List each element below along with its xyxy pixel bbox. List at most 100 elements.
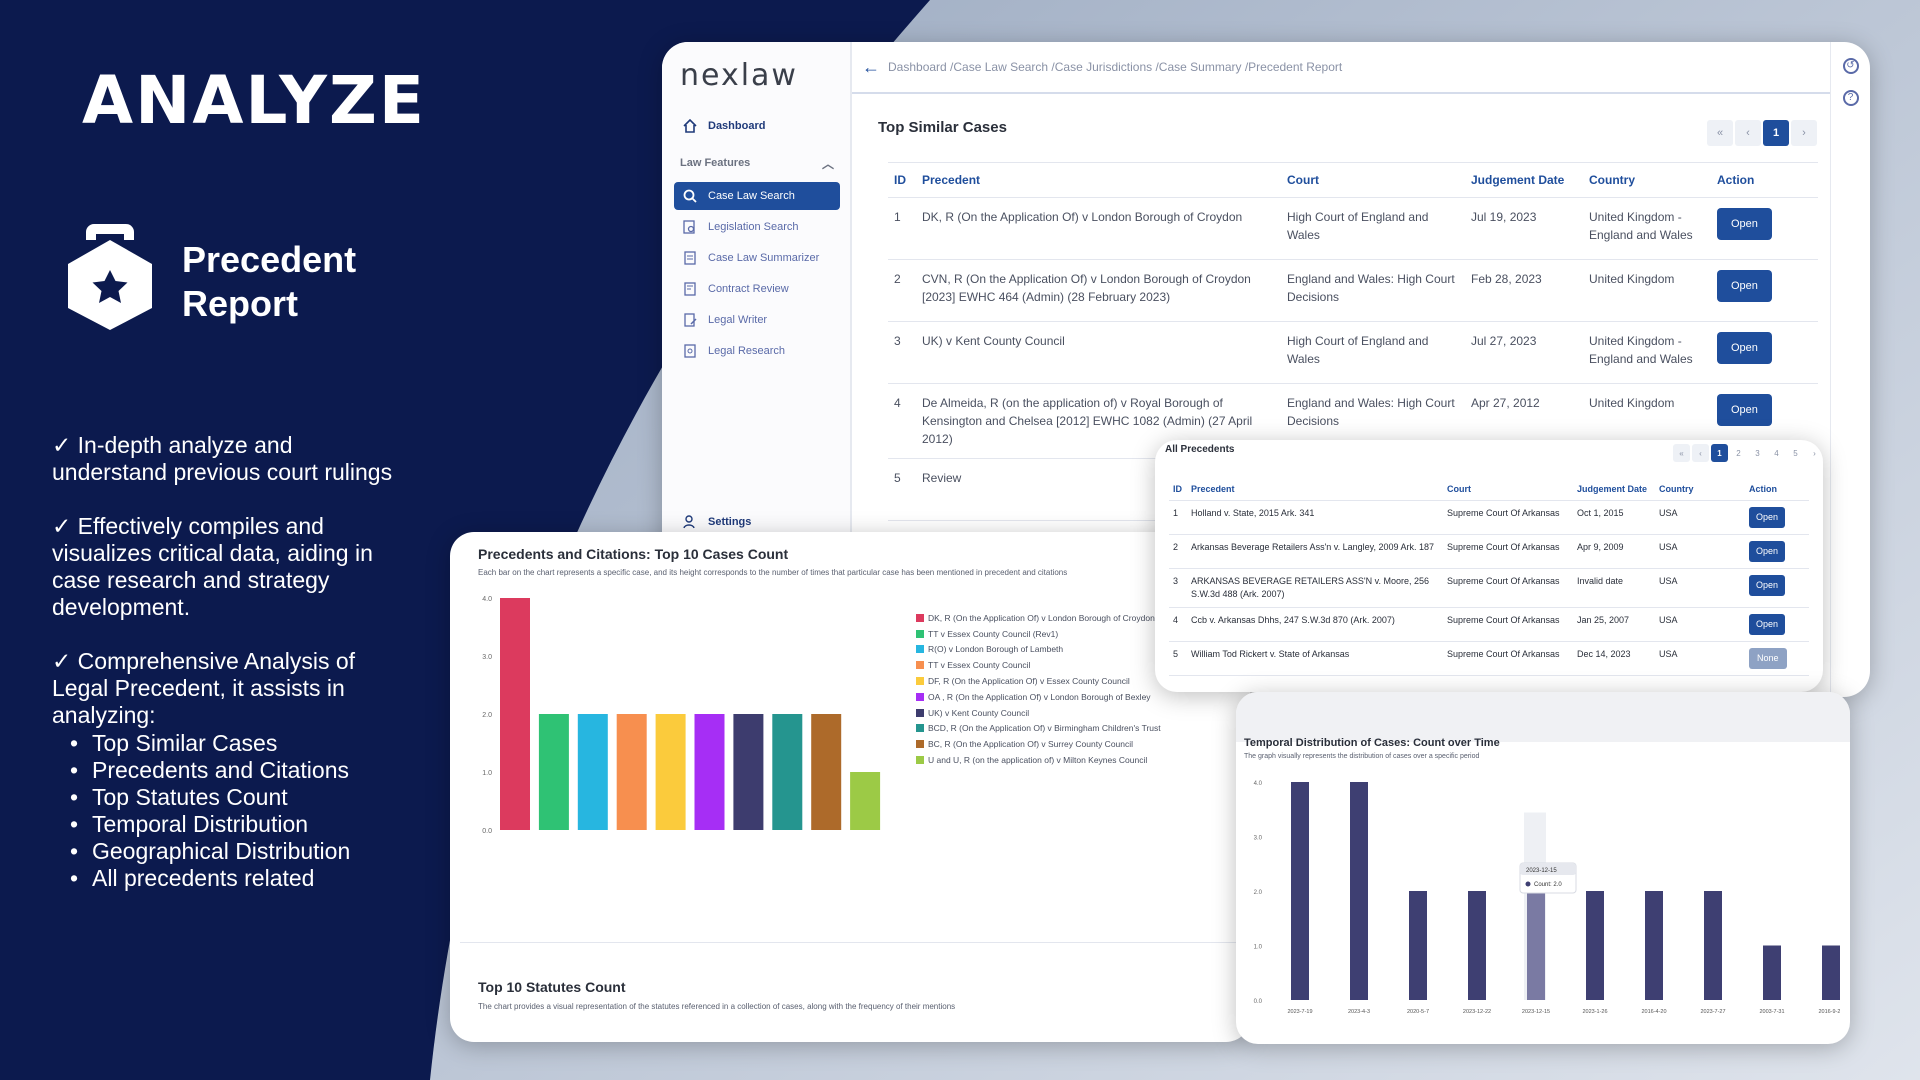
legend-item[interactable]: BC, R (On the Application Of) v Surrey C… [916,736,1161,752]
legend-label: U and U, R (on the application of) v Mil… [928,755,1148,766]
cell-action: Open [1745,500,1809,535]
chart-bar[interactable] [1527,891,1545,1000]
open-button[interactable]: Open [1749,541,1786,562]
tooltip-label: Count: 2.0 [1534,882,1562,888]
chart-bar[interactable] [811,714,842,830]
legend-label: DK, R (On the Application Of) v London B… [928,612,1155,623]
cell-precedent: Arkansas Beverage Retailers Ass'n v. Lan… [1187,534,1443,569]
column-header: Precedent [1187,478,1443,501]
cell-precedent: Holland v. State, 2015 Ark. 341 [1187,500,1443,535]
cell-court: Supreme Court Of Arkansas [1443,568,1573,608]
sidebar-item-legislation-search[interactable]: Legislation Search [674,213,840,241]
open-button[interactable]: Open [1717,270,1772,302]
back-arrow-icon[interactable]: ← [862,57,880,78]
chart-bar[interactable] [577,714,608,830]
legend-item[interactable]: BCD, R (On the Application Of) v Birming… [916,721,1161,737]
page-button[interactable]: 1 [1763,120,1789,146]
sidebar-item-case-law-summarizer[interactable]: Case Law Summarizer [674,244,840,272]
legend-label: UK) v Kent County Council [928,707,1030,718]
chart-bar[interactable] [1822,945,1840,1001]
chart-bar[interactable] [1763,945,1781,1001]
sidebar-item-dashboard[interactable]: Dashboard [674,112,840,140]
sidebar-item-legal-writer[interactable]: Legal Writer [674,306,840,334]
chart-bar[interactable] [1468,891,1486,1000]
chart-bar[interactable] [1645,891,1663,1000]
cell-id: 4 [888,383,916,459]
sidebar-item-contract-review[interactable]: Contract Review [674,275,840,303]
open-button[interactable]: Open [1749,575,1786,596]
open-button[interactable]: Open [1749,614,1786,635]
page-button[interactable]: 4 [1768,444,1785,462]
prev-page-button[interactable]: ‹ [1692,444,1709,462]
page-button[interactable]: 5 [1787,444,1804,462]
prev-page-button[interactable]: ‹ [1735,120,1761,146]
research-icon [682,343,698,359]
cell-action: Open [1711,321,1818,384]
column-header: Court [1443,478,1573,501]
x-tick-label: 2023-12-22 [1463,1009,1491,1015]
chart-bar[interactable] [538,714,569,830]
legend-item[interactable]: DF, R (On the Application Of) v Essex Co… [916,673,1161,689]
legend-item[interactable]: TT v Essex County Council [916,657,1161,673]
chart-bar[interactable] [655,714,686,830]
breadcrumb-text[interactable]: Dashboard /Case Law Search /Case Jurisdi… [888,60,1342,74]
cell-country: USA [1655,500,1745,535]
legend-label: TT v Essex County Council [928,660,1031,671]
legend-item[interactable]: DK, R (On the Application Of) v London B… [916,610,1161,626]
all-precedents-title: All Precedents [1165,444,1235,455]
chart-tooltip: 2023-12-15 Count: 2.0 [1519,862,1577,894]
app-logo[interactable]: nexlaw [680,58,798,93]
chart-bar[interactable] [772,714,803,830]
temporal-chart-card: Temporal Distribution of Cases: Count ov… [1236,692,1850,1044]
legend-label: OA , R (On the Application Of) v London … [928,691,1151,702]
chart-bar[interactable] [500,598,530,830]
chart-bar[interactable] [694,714,725,830]
history-icon[interactable]: ↺ [1842,58,1859,74]
chart-bar[interactable] [1350,782,1368,1000]
nav-section-law-features[interactable]: Law Features ︿ [680,157,840,171]
sidebar-item-legal-research[interactable]: Legal Research [674,337,840,365]
chart-bar[interactable] [850,772,881,830]
similar-pagination: « ‹ 1 › [1707,120,1817,146]
table-header-row: ID Precedent Court Judgement Date Countr… [1169,478,1809,501]
pen-document-icon [682,312,698,328]
legend-item[interactable]: UK) v Kent County Council [916,705,1161,721]
chart-bar[interactable] [1291,782,1309,1000]
chart-bar[interactable] [1586,891,1604,1000]
open-button[interactable]: Open [1717,332,1772,364]
legend-item[interactable]: TT v Essex County Council (Rev1) [916,626,1161,642]
legend-item[interactable]: R(O) v London Borough of Lambeth [916,642,1161,658]
list-item: Geographical Distribution [52,838,402,865]
chart-bar[interactable] [733,714,764,830]
y-tick-label: 2.0 [482,712,492,719]
help-icon[interactable]: ? [1842,90,1859,106]
chart-bar[interactable] [1704,891,1722,1000]
cell-id: 3 [1169,568,1187,608]
chart-title: Temporal Distribution of Cases: Count ov… [1244,737,1500,749]
document-icon [682,250,698,266]
next-page-button[interactable]: › [1791,120,1817,146]
next-page-button[interactable]: › [1806,444,1823,462]
first-page-button[interactable]: « [1673,444,1690,462]
page-button[interactable]: 1 [1711,444,1728,462]
open-button[interactable]: Open [1749,507,1786,528]
chart-bar[interactable] [1409,891,1427,1000]
legend-item[interactable]: OA , R (On the Application Of) v London … [916,689,1161,705]
chart-bar[interactable] [616,714,647,830]
column-header: Court [1281,162,1465,198]
statutes-chart-title: Top 10 Statutes Count [478,979,626,995]
page-button[interactable]: 2 [1730,444,1747,462]
list-item: Precedents and Citations [52,757,402,784]
y-tick-label: 2.0 [1254,890,1263,896]
sidebar-item-case-law-search[interactable]: Case Law Search [674,182,840,210]
legend-item[interactable]: U and U, R (on the application of) v Mil… [916,752,1161,768]
none-button[interactable]: None [1749,648,1787,669]
open-button[interactable]: Open [1717,394,1772,426]
cell-court: Supreme Court Of Arkansas [1443,500,1573,535]
table-row: 4 Ccb v. Arkansas Dhhs, 247 S.W.3d 870 (… [1169,607,1809,642]
first-page-button[interactable]: « [1707,120,1733,146]
chart-legend: DK, R (On the Application Of) v London B… [916,610,1161,768]
page-button[interactable]: 3 [1749,444,1766,462]
open-button[interactable]: Open [1717,208,1772,240]
cell-country: USA [1655,607,1745,642]
